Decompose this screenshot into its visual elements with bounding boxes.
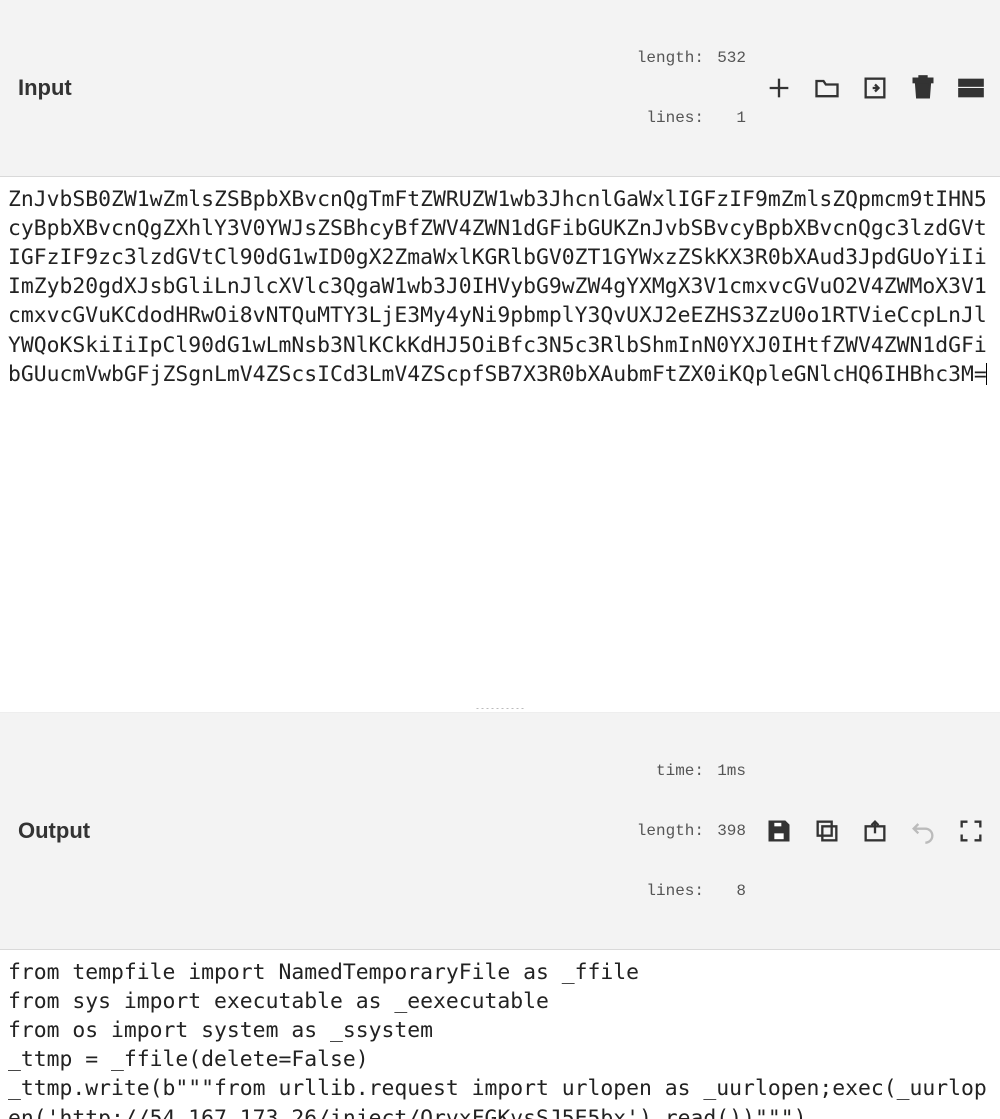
folder-icon[interactable] <box>812 73 842 103</box>
output-length-label: length: <box>634 821 704 841</box>
input-length-value: 532 <box>710 48 746 68</box>
input-length-label: length: <box>634 48 704 68</box>
input-title: Input <box>18 75 72 101</box>
export-up-icon[interactable] <box>860 816 890 846</box>
input-toolbar <box>764 73 986 103</box>
output-length-value: 398 <box>710 821 746 841</box>
save-icon[interactable] <box>764 816 794 846</box>
input-text: ZnJvbSB0ZW1wZmlsZSBpbXBvcnQgTmFtZWRUZW1w… <box>8 187 987 387</box>
input-lines-value: 1 <box>710 108 746 128</box>
output-toolbar <box>764 816 986 846</box>
undo-icon[interactable] <box>908 816 938 846</box>
input-header-right: length: 532 lines: 1 <box>634 8 986 168</box>
output-textarea[interactable]: from tempfile import NamedTemporaryFile … <box>0 950 1000 1119</box>
output-text: from tempfile import NamedTemporaryFile … <box>8 960 987 1119</box>
copy-icon[interactable] <box>812 816 842 846</box>
output-title: Output <box>18 818 90 844</box>
output-header: Output time: 1ms length: 398 lines: 8 <box>0 713 1000 950</box>
output-meta: time: 1ms length: 398 lines: 8 <box>634 721 746 941</box>
input-lines-label: lines: <box>634 108 704 128</box>
fullscreen-icon[interactable] <box>956 816 986 846</box>
output-lines-value: 8 <box>710 881 746 901</box>
text-caret <box>986 363 987 385</box>
input-header: Input length: 532 lines: 1 <box>0 0 1000 177</box>
output-time-value: 1ms <box>710 761 746 781</box>
output-header-right: time: 1ms length: 398 lines: 8 <box>634 721 986 941</box>
panels-icon[interactable] <box>956 73 986 103</box>
input-textarea[interactable]: ZnJvbSB0ZW1wZmlsZSBpbXBvcnQgTmFtZWRUZW1w… <box>0 177 1000 713</box>
output-time-label: time: <box>634 761 704 781</box>
output-lines-label: lines: <box>634 881 704 901</box>
open-file-icon[interactable] <box>860 73 890 103</box>
input-meta: length: 532 lines: 1 <box>634 8 746 168</box>
trash-icon[interactable] <box>908 73 938 103</box>
plus-icon[interactable] <box>764 73 794 103</box>
